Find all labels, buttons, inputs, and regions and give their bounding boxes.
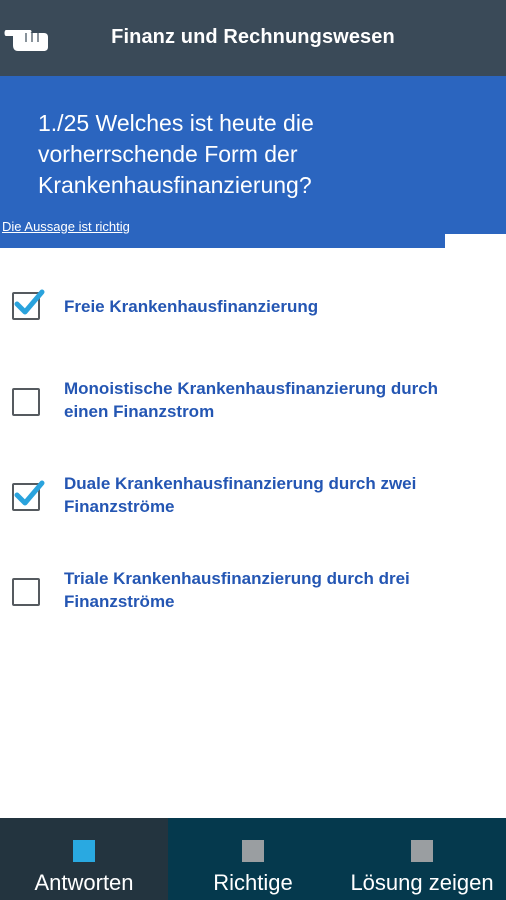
answer-option-1[interactable]: Freie Krankenhausfinanzierung <box>0 270 506 350</box>
tab-indicator-square <box>73 840 95 862</box>
bottom-navigation: Antworten Richtige Lösung zeigen <box>0 818 506 900</box>
question-panel: 1./25 Welches ist heute die vorherrschen… <box>0 76 506 234</box>
question-text: 1./25 Welches ist heute die vorherrschen… <box>38 110 314 198</box>
option-label-4: Triale Krankenhausfinanzierung durch dre… <box>64 569 410 611</box>
tab-label: Lösung zeigen <box>350 870 494 895</box>
tab-label: Richtige <box>213 870 293 895</box>
answer-option-3[interactable]: Duale Krankenhausfinanzierung durch zwei… <box>0 460 506 540</box>
tab-richtige[interactable]: Richtige <box>168 818 338 900</box>
option-checkbox-3[interactable] <box>12 480 45 511</box>
option-checkbox-2[interactable] <box>12 388 40 416</box>
option-label-1: Freie Krankenhausfinanzierung <box>64 297 319 316</box>
tab-loesung-zeigen[interactable]: Lösung zeigen <box>338 818 506 900</box>
answer-hint: Die Aussage ist richtig <box>0 218 506 234</box>
answer-hint-text[interactable]: Die Aussage ist richtig <box>2 219 130 234</box>
option-checkbox-1[interactable] <box>12 289 45 320</box>
app-title: Finanz und Rechnungswesen <box>111 26 395 48</box>
tab-label: Antworten <box>34 870 134 895</box>
tab-indicator-square <box>242 840 264 862</box>
quiz-progress-bar <box>0 234 506 248</box>
option-checkbox-4[interactable] <box>12 578 40 606</box>
tab-indicator-square <box>411 840 433 862</box>
quiz-progress-fill <box>0 234 446 248</box>
checkmark-icon <box>14 289 45 315</box>
option-label-3: Duale Krankenhausfinanzierung durch zwei… <box>64 474 417 516</box>
answer-option-2[interactable]: Monoistische Krankenhausfinanzierung dur… <box>0 365 506 445</box>
checkmark-icon <box>14 480 45 506</box>
top-app-bar: Finanz und Rechnungswesen <box>0 0 506 76</box>
option-label-2: Monoistische Krankenhausfinanzierung dur… <box>64 379 439 421</box>
tab-antworten[interactable]: Antworten <box>0 818 168 900</box>
answer-option-4[interactable]: Triale Krankenhausfinanzierung durch dre… <box>0 555 506 635</box>
